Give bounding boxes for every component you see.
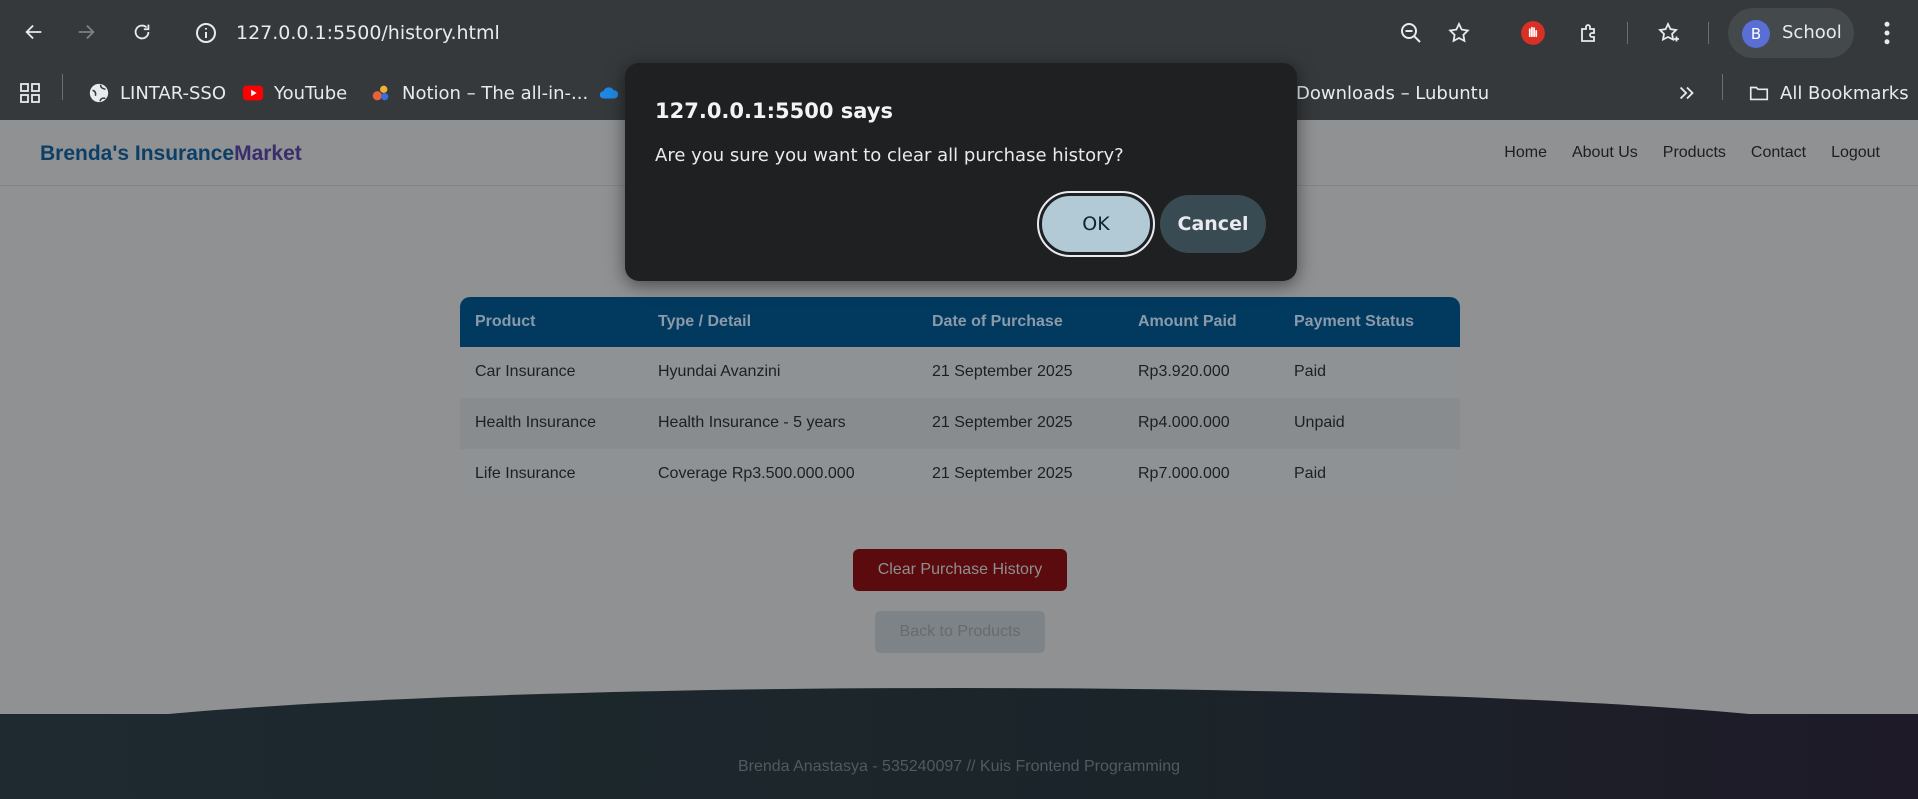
table-cell: Rp4.000.000 — [1138, 414, 1230, 431]
profile-name: School — [1782, 22, 1842, 43]
purchase-history-table: Product Type / Detail Date of Purchase A… — [460, 297, 1460, 499]
notion-icon — [370, 82, 392, 104]
column-header: Type / Detail — [658, 313, 752, 330]
nav-logout[interactable]: Logout — [1831, 144, 1880, 162]
star-list-icon — [1658, 21, 1679, 42]
bookmark-youtube[interactable]: YouTube — [242, 78, 347, 108]
reading-list-button[interactable] — [1654, 18, 1684, 48]
table-cell: Health Insurance - 5 years — [658, 414, 846, 431]
brand-market: Market — [234, 142, 302, 165]
confirm-dialog: 127.0.0.1:5500 says Are you sure you wan… — [625, 63, 1297, 281]
footer-text: Brenda Anastasya - 535240097 // Kuis Fro… — [737, 758, 1181, 775]
cancel-button[interactable]: Cancel — [1160, 195, 1266, 253]
nav-home[interactable]: Home — [1504, 144, 1547, 162]
star-icon — [1448, 21, 1470, 43]
column-header: Payment Status — [1294, 313, 1415, 330]
table-cell: Paid — [1294, 465, 1327, 482]
url-text[interactable]: 127.0.0.1:5500/history.html — [236, 22, 500, 44]
stop-hand-icon — [1521, 21, 1545, 45]
table-cell: 21 September 2025 — [932, 363, 1073, 380]
back-button[interactable] — [16, 14, 52, 50]
brand-name: Brenda's Insurance — [40, 142, 235, 165]
apps-grid-icon — [20, 83, 40, 103]
onedrive-icon — [598, 82, 620, 104]
table-row: Life Insurance Coverage Rp3.500.000.000 … — [460, 449, 1460, 499]
bookmark-downloads-lubuntu[interactable]: Downloads – Lubuntu — [1296, 78, 1489, 108]
all-bookmarks-label: All Bookmarks — [1780, 82, 1909, 104]
profile-button[interactable]: B School — [1728, 8, 1854, 58]
table-row: Health Insurance Health Insurance - 5 ye… — [460, 398, 1460, 449]
table-row: Car Insurance Hyundai Avanzini 21 Septem… — [460, 347, 1460, 398]
folder-icon — [1748, 82, 1770, 104]
table-cell: Health Insurance — [475, 414, 596, 431]
column-header: Date of Purchase — [932, 313, 1063, 330]
nav-about-us[interactable]: About Us — [1572, 144, 1638, 162]
bookmark-star-button[interactable] — [1444, 18, 1474, 48]
column-header: Product — [475, 313, 536, 330]
table-cell: Coverage Rp3.500.000.000 — [658, 465, 855, 482]
browser-toolbar: 127.0.0.1:5500/history.html B School — [0, 0, 1918, 66]
zoom-button[interactable] — [1396, 18, 1426, 48]
bookmarks-divider — [62, 74, 63, 100]
table-cell: 21 September 2025 — [932, 414, 1073, 431]
table-cell: Rp3.920.000 — [1138, 363, 1230, 380]
arrow-left-icon — [25, 24, 42, 40]
bookmark-label: Notion – The all-in-... — [402, 82, 589, 104]
table-cell: 21 September 2025 — [932, 465, 1073, 482]
arrow-right-icon — [78, 24, 95, 40]
adblock-extension-button[interactable] — [1518, 18, 1548, 48]
puzzle-icon — [1581, 24, 1595, 42]
info-icon[interactable] — [194, 21, 218, 45]
reload-icon — [134, 24, 150, 40]
all-bookmarks-button[interactable]: All Bookmarks — [1748, 78, 1909, 108]
avatar: B — [1742, 20, 1770, 48]
column-header: Amount Paid — [1138, 313, 1237, 330]
address-bar[interactable]: 127.0.0.1:5500/history.html — [184, 10, 1484, 56]
table-cell: Hyundai Avanzini — [658, 363, 781, 380]
reload-button[interactable] — [124, 14, 160, 50]
back-to-products-button[interactable]: Back to Products — [875, 611, 1045, 653]
table-cell: Unpaid — [1294, 414, 1345, 431]
more-bookmarks-button[interactable] — [1676, 78, 1698, 108]
site-nav: Home About Us Products Contact Logout — [1504, 144, 1880, 162]
bookmark-notion[interactable]: Notion – The all-in-... — [370, 78, 588, 108]
toolbar-divider — [1708, 22, 1709, 44]
table-cell: Rp7.000.000 — [1138, 465, 1230, 482]
forward-button[interactable] — [68, 14, 104, 50]
toolbar-divider — [1627, 22, 1628, 44]
bookmark-label: LINTAR-SSO — [120, 82, 227, 104]
zoom-out-icon — [1401, 23, 1421, 43]
double-chevron-right-icon — [1679, 86, 1694, 100]
youtube-icon — [242, 82, 264, 104]
apps-button[interactable] — [18, 78, 42, 108]
table-header: Product Type / Detail Date of Purchase A… — [460, 297, 1460, 347]
nav-products[interactable]: Products — [1663, 144, 1726, 162]
extensions-button[interactable] — [1574, 18, 1604, 48]
globe-icon — [88, 82, 110, 104]
dialog-title: 127.0.0.1:5500 says — [655, 99, 893, 123]
bookmark-lintar-sso[interactable]: LINTAR-SSO — [88, 78, 226, 108]
kebab-menu-icon[interactable] — [1872, 16, 1902, 50]
table-cell: Life Insurance — [475, 465, 576, 482]
bookmark-label: YouTube — [274, 82, 348, 104]
table-cell: Paid — [1294, 363, 1327, 380]
dialog-message: Are you sure you want to clear all purch… — [655, 145, 1124, 166]
footer — [0, 714, 1918, 799]
ok-button[interactable]: OK — [1037, 191, 1155, 257]
nav-contact[interactable]: Contact — [1751, 144, 1806, 162]
brand-logo[interactable]: Brenda's InsuranceMarket — [40, 142, 302, 166]
bookmarks-divider — [1722, 74, 1723, 100]
bookmark-label: Downloads – Lubuntu — [1296, 82, 1490, 104]
table-cell: Car Insurance — [475, 363, 576, 380]
clear-history-button[interactable]: Clear Purchase History — [853, 549, 1067, 591]
